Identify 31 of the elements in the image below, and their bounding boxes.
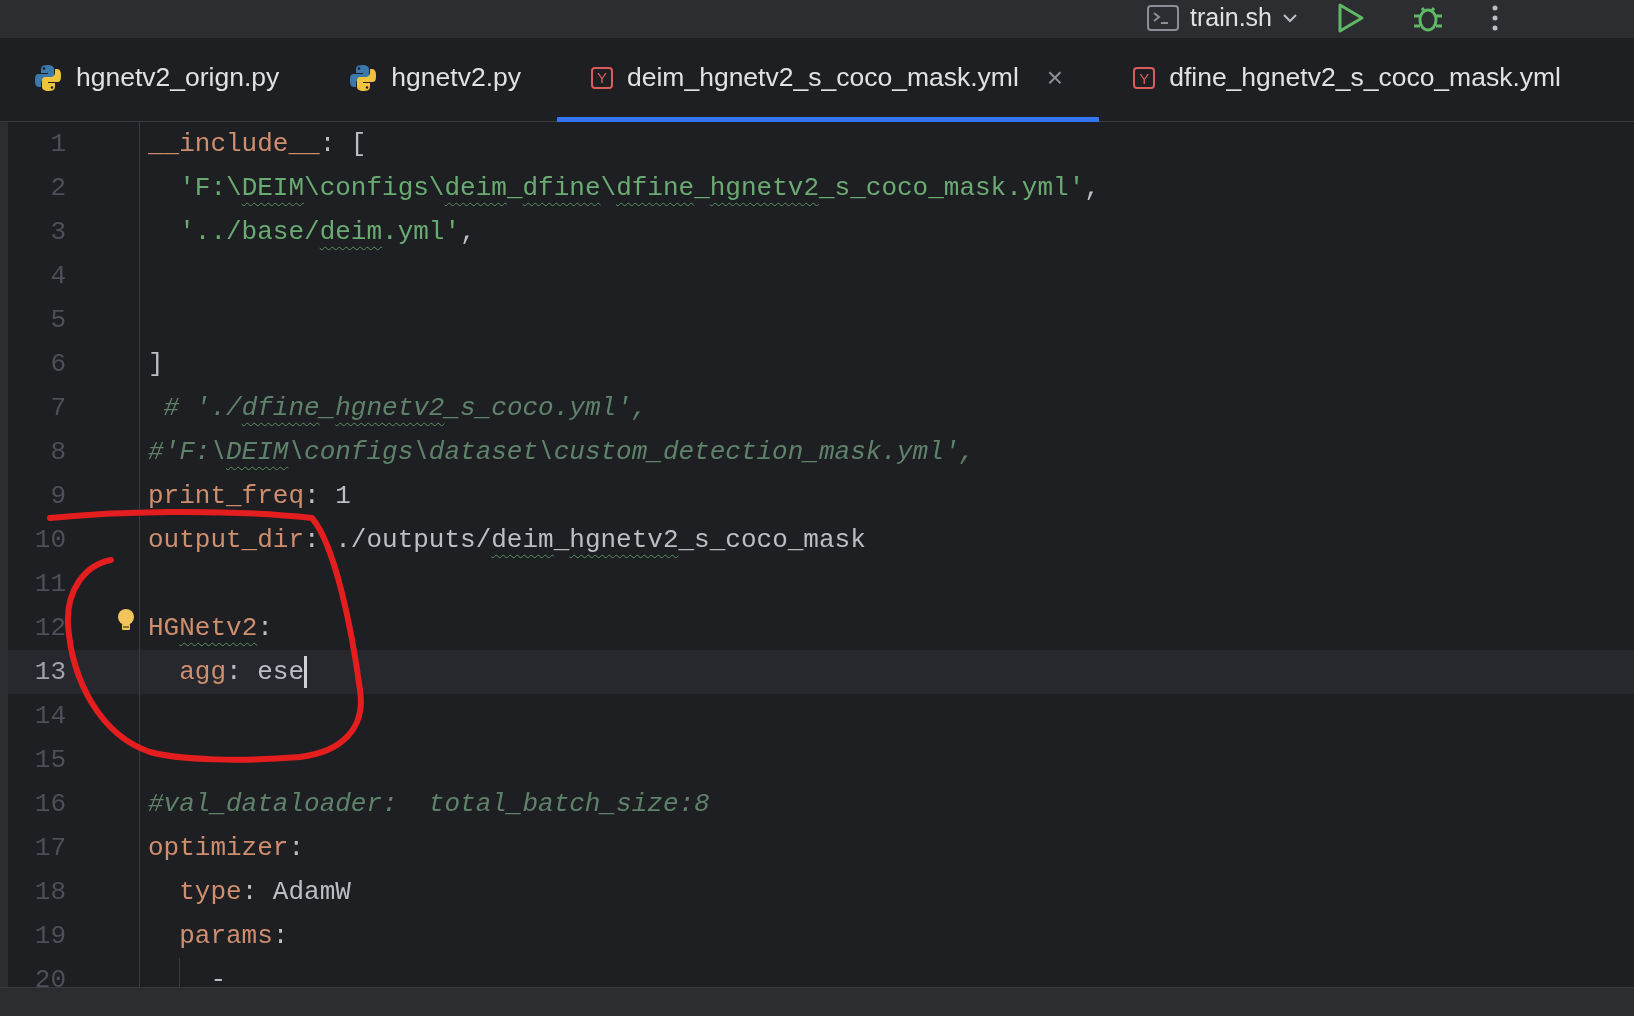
file-tab[interactable]: hgnetv2.py	[315, 38, 557, 122]
code-line: agg: ese	[178, 655, 305, 689]
text-cursor	[304, 656, 308, 688]
code-line: params:	[178, 919, 289, 953]
code-line: 'F:\DEIM\configs\deim_dfine\dfine_hgnetv2_s_coco_mask.yml',	[178, 171, 1100, 205]
yaml-file-icon: Y	[591, 66, 613, 89]
file-tab[interactable]: hgnetv2_orign.py	[0, 38, 316, 122]
code-line: HGNetv2:	[148, 611, 273, 645]
code-line: -	[209, 963, 226, 987]
line-number: 13	[33, 655, 66, 689]
code-line: '../base/deim.yml',	[178, 215, 476, 249]
code-line: #val_dataloader: total_batch_size:8	[148, 787, 710, 821]
close-tab-button[interactable]: ×	[1046, 56, 1064, 99]
code-line: type: AdamW	[178, 875, 351, 909]
python-file-icon	[349, 63, 378, 93]
yaml-file-icon: Y	[1133, 67, 1156, 89]
python-file-icon	[34, 63, 62, 93]
file-tab[interactable]: Y dfine_hgnetv2_s_coco_mask.yml	[1099, 38, 1597, 122]
code-line: optimizer:	[148, 831, 305, 865]
code-line: #'F:\DEIM\configs\dataset\custom_detection_mask.yml',	[148, 435, 975, 469]
code-line: print_freq: 1	[148, 479, 351, 513]
code-line: output_dir: ./outputs/deim_hgnetv2_s_coco_mask	[148, 523, 866, 557]
file-tab[interactable]: Y deim_hgnetv2_s_coco_mask.yml ×	[557, 38, 1100, 122]
chevron-down-icon	[1282, 11, 1298, 25]
code-line: __include__: [	[148, 127, 367, 161]
code-line: # './dfine_hgnetv2_s_coco.yml',	[162, 391, 648, 425]
code-line: ]	[148, 347, 164, 381]
lightbulb-icon[interactable]	[116, 608, 136, 632]
run-configuration-dropdown[interactable]: train.sh	[1140, 0, 1304, 37]
terminal-icon	[1146, 3, 1180, 33]
run-button[interactable]	[1336, 2, 1366, 34]
